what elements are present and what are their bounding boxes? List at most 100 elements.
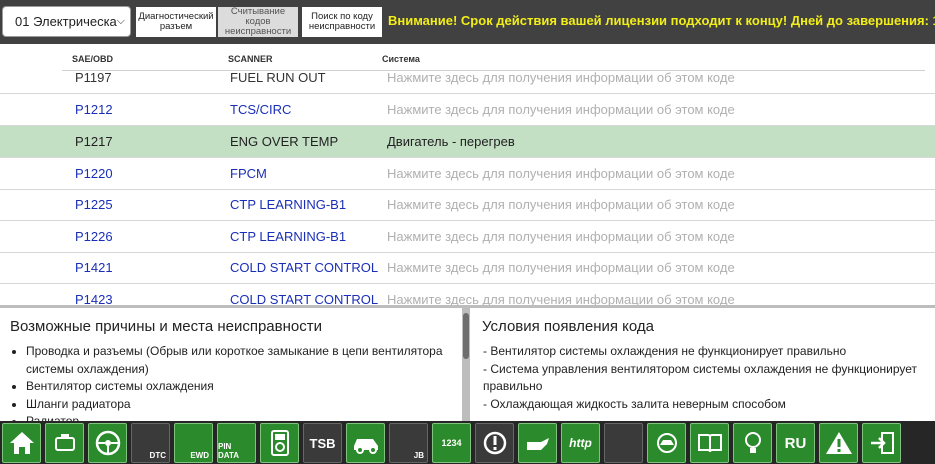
license-warning: Внимание! Срок действия вашей лицензии п…	[388, 13, 935, 28]
warning-circle-icon	[483, 431, 506, 455]
multimeter-icon	[270, 430, 289, 456]
book-icon	[697, 434, 722, 453]
scrollbar-thumb[interactable]	[463, 313, 469, 359]
system-select-value: 01 Электрическа	[15, 14, 117, 29]
scanner-name: CTP LEARNING-B1	[230, 197, 347, 212]
causes-list: Проводка и разъемы (Обрыв или короткое з…	[26, 343, 462, 421]
list-item: - Система управления вентилятором систем…	[483, 361, 918, 394]
dtc-code: P1220	[75, 166, 113, 181]
dtc-icon: DTC	[149, 451, 166, 460]
system-info[interactable]: Нажмите здесь для получения информации о…	[387, 229, 735, 244]
system-info[interactable]: Нажмите здесь для получения информации о…	[387, 102, 735, 117]
dtc-code: P1217	[75, 134, 113, 149]
pin-data-button[interactable]: PIN DATA	[217, 423, 256, 463]
bulb-button[interactable]	[733, 423, 772, 463]
table-row[interactable]: P1226 CTP LEARNING-B1 Нажмите здесь для …	[0, 221, 935, 253]
scanner-name: COLD START CONTROL	[230, 260, 379, 275]
system-info[interactable]: Нажмите здесь для получения информации о…	[387, 166, 735, 181]
car-settings-icon	[656, 433, 677, 453]
alert-button[interactable]	[819, 423, 858, 463]
http-button[interactable]: http	[561, 423, 600, 463]
scanner-name: COLD START CONTROL	[230, 292, 379, 305]
scanner-name: ENG OVER TEMP	[230, 134, 339, 149]
search-code-button[interactable]: Поиск по коду неисправности	[302, 7, 382, 37]
conditions-list: - Вентилятор системы охлаждения не функц…	[483, 343, 935, 413]
bulb-icon	[744, 432, 761, 453]
pin-data-icon: PIN DATA	[218, 442, 240, 460]
system-info[interactable]: Нажмите здесь для получения информации о…	[387, 197, 735, 212]
conditions-pane: Условия появления кода - Вентилятор сист…	[470, 308, 935, 421]
header-system: Система	[382, 54, 420, 64]
header-divider	[62, 70, 925, 71]
language-label: RU	[784, 434, 807, 452]
table-row-selected[interactable]: P1217 ENG OVER TEMP Двигатель - перегрев	[0, 126, 935, 158]
system-info[interactable]: Нажмите здесь для получения информации о…	[387, 260, 735, 275]
car-button[interactable]	[346, 423, 385, 463]
table-row[interactable]: P1212 TCS/CIRC Нажмите здесь для получен…	[0, 94, 935, 126]
scanner-name: FPCM	[230, 166, 267, 181]
list-item: Вентилятор системы охлаждения	[26, 378, 462, 396]
dtc-table: P1197 FUEL RUN OUT Нажмите здесь для пол…	[0, 72, 935, 305]
list-item: - Охлаждающая жидкость залита неверным с…	[483, 396, 786, 411]
chevron-down-icon: ⌵	[116, 15, 125, 27]
http-icon: http	[569, 436, 592, 450]
blank-button	[604, 423, 643, 463]
header-sae-obd: SAE/OBD	[72, 54, 114, 64]
dtc-code: P1423	[75, 292, 113, 305]
scanner-name: FUEL RUN OUT	[230, 72, 326, 85]
table-row[interactable]: P1197 FUEL RUN OUT Нажмите здесь для пол…	[0, 72, 935, 94]
dtc-code: P1421	[75, 260, 113, 275]
list-item: Шланги радиатора	[26, 396, 462, 414]
dtc-button[interactable]: DTC	[131, 423, 170, 463]
table-row[interactable]: P1423 COLD START CONTROL Нажмите здесь д…	[0, 284, 935, 305]
tsb-button[interactable]: TSB	[303, 423, 342, 463]
jb-button[interactable]: JB	[389, 423, 428, 463]
system-info[interactable]: Нажмите здесь для получения информации о…	[387, 72, 735, 85]
jb-icon: JB	[413, 451, 424, 460]
oil-can-icon	[526, 438, 549, 450]
book-button[interactable]	[690, 423, 729, 463]
diagnostic-connector-button[interactable]: Диагностический разъем	[136, 7, 216, 37]
numbers-icon: 1234	[441, 438, 462, 448]
system-select[interactable]: 01 Электрическа ⌵	[2, 6, 131, 37]
table-row[interactable]: P1225 CTP LEARNING-B1 Нажмите здесь для …	[0, 189, 935, 221]
steering-button[interactable]	[88, 423, 127, 463]
causes-title: Возможные причины и места неисправности	[10, 318, 322, 335]
header-scanner: SCANNER	[228, 54, 273, 64]
ewd-icon: EWD	[190, 451, 209, 460]
dtc-code: P1197	[75, 72, 112, 85]
steering-icon	[95, 430, 120, 456]
warning-circle-button[interactable]	[475, 423, 514, 463]
exit-button[interactable]	[862, 423, 901, 463]
read-codes-button[interactable]: Считывание кодов неисправности	[218, 7, 298, 37]
dtc-code: P1225	[75, 197, 113, 212]
table-header: SAE/OBD SCANNER Система	[0, 44, 935, 72]
dtc-code: P1212	[75, 102, 113, 117]
engine-icon	[54, 434, 75, 451]
system-info[interactable]: Двигатель - перегрев	[387, 134, 515, 149]
oil-button[interactable]	[518, 423, 557, 463]
multimeter-button[interactable]	[260, 423, 299, 463]
alert-icon	[825, 432, 852, 454]
car-settings-button[interactable]	[647, 423, 686, 463]
language-button[interactable]: RU	[776, 423, 815, 463]
exit-icon	[870, 432, 894, 454]
conditions-title: Условия появления кода	[482, 318, 655, 335]
list-item: Проводка и разъемы (Обрыв или короткое з…	[26, 343, 462, 378]
table-row[interactable]: P1421 COLD START CONTROL Нажмите здесь д…	[0, 252, 935, 284]
home-icon	[9, 432, 34, 454]
dtc-code: P1226	[75, 229, 113, 244]
engine-button[interactable]	[45, 423, 84, 463]
list-item: Радиатор	[26, 413, 462, 421]
table-row[interactable]: P1220 FPCM Нажмите здесь для получения и…	[0, 158, 935, 190]
ewd-button[interactable]: EWD	[174, 423, 213, 463]
tsb-icon: TSB	[309, 435, 336, 451]
numbers-button[interactable]: 1234	[432, 423, 471, 463]
scanner-name: CTP LEARNING-B1	[230, 229, 347, 244]
top-bar: 01 Электрическа ⌵ Диагностический разъем…	[0, 0, 935, 44]
causes-pane: Возможные причины и места неисправности …	[0, 308, 462, 421]
home-button[interactable]	[2, 423, 41, 463]
car-icon	[353, 439, 378, 454]
list-item: - Вентилятор системы охлаждения не функц…	[483, 344, 847, 358]
system-info[interactable]: Нажмите здесь для получения информации о…	[387, 292, 735, 305]
